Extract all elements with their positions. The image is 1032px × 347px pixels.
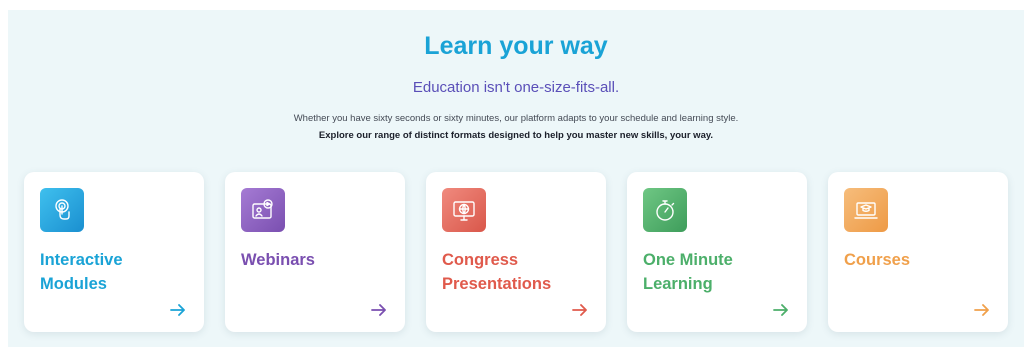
graduation-laptop-icon [844,188,888,232]
format-cards: Interactive Modules Webinars Congress Pr… [24,172,1008,332]
card-label: Webinars [241,251,315,269]
card-label: Congress Presentations [442,251,552,293]
card-webinars[interactable]: Webinars [225,172,405,332]
section-subtitle: Education isn't one-size-fits-all. [412,79,620,96]
card-label: One Minute Learning [643,251,733,293]
arrow-right-icon [572,304,588,316]
card-label: Interactive Modules [40,251,123,293]
arrow-right-icon [773,304,789,316]
section-description: Whether you have sixty seconds or sixty … [293,113,739,124]
arrow-right-icon [974,304,990,316]
video-presentation-icon [241,188,285,232]
section-description-bold: Explore our range of distinct formats de… [318,130,714,141]
touch-screen-icon [40,188,84,232]
card-congress-presentations[interactable]: Congress Presentations [426,172,606,332]
card-courses[interactable]: Courses [828,172,1008,332]
learn-your-way-section: Learn your way Education isn't one-size-… [8,10,1024,347]
arrow-right-icon [371,304,387,316]
section-title: Learn your way [424,32,608,60]
globe-monitor-icon [442,188,486,232]
card-interactive-modules[interactable]: Interactive Modules [24,172,204,332]
card-label: Courses [844,251,911,269]
stopwatch-icon [643,188,687,232]
arrow-right-icon [170,304,186,316]
card-one-minute-learning[interactable]: One Minute Learning [627,172,807,332]
